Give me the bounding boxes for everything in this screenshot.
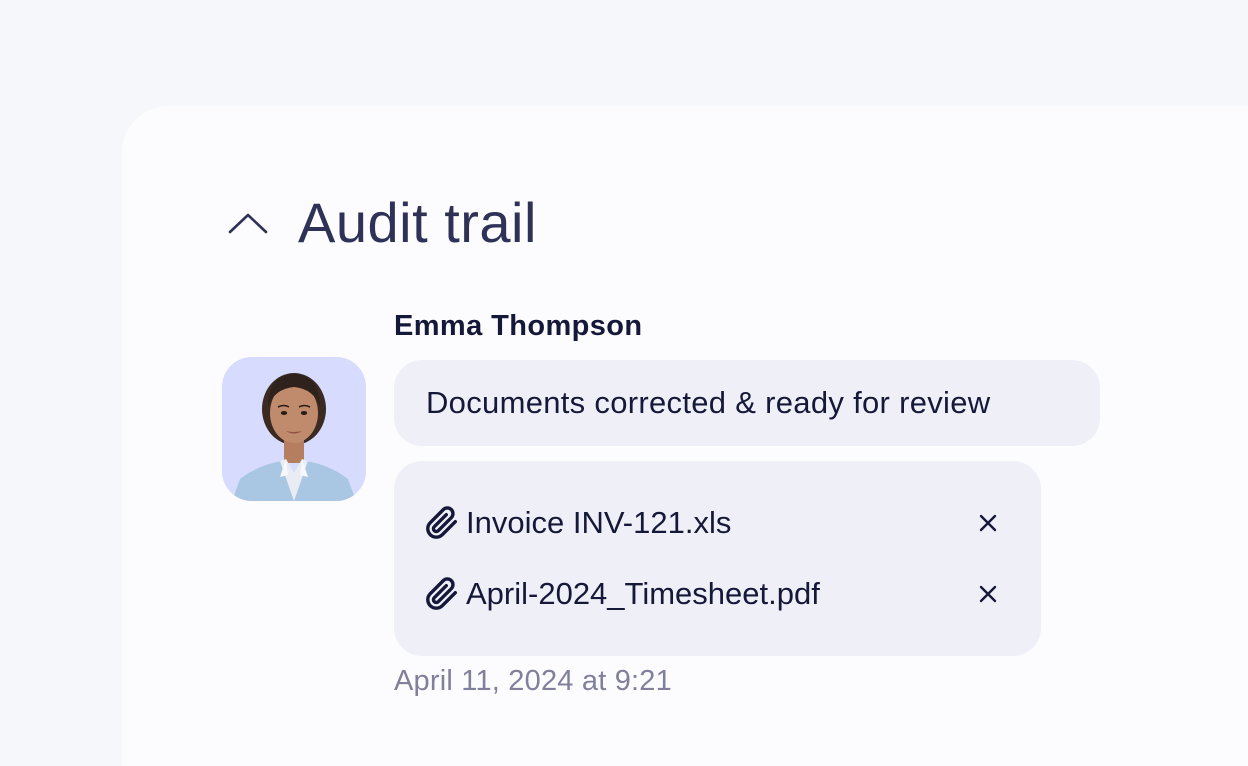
attachment-name: April-2024_Timesheet.pdf — [466, 576, 820, 611]
avatar — [222, 357, 366, 501]
attachments-list: Invoice INV-121.xls April-2024_Timesheet… — [394, 461, 1041, 656]
close-icon[interactable] — [973, 508, 1003, 538]
close-icon[interactable] — [973, 579, 1003, 609]
message-bubble: Documents corrected & ready for review — [394, 360, 1100, 446]
app-background: Audit trail Emma Thompson Documents corr… — [0, 0, 1248, 766]
paperclip-icon — [424, 505, 460, 541]
timestamp: April 11, 2024 at 9:21 — [394, 665, 672, 697]
section-title: Audit trail — [298, 191, 537, 254]
paperclip-icon — [424, 576, 460, 612]
attachment-name: Invoice INV-121.xls — [466, 505, 732, 540]
audit-trail-header: Audit trail — [228, 190, 537, 256]
attachment-item[interactable]: Invoice INV-121.xls — [424, 500, 1011, 546]
author-name: Emma Thompson — [394, 310, 643, 342]
attachment-item[interactable]: April-2024_Timesheet.pdf — [424, 571, 1011, 617]
chevron-up-icon[interactable] — [228, 211, 268, 235]
